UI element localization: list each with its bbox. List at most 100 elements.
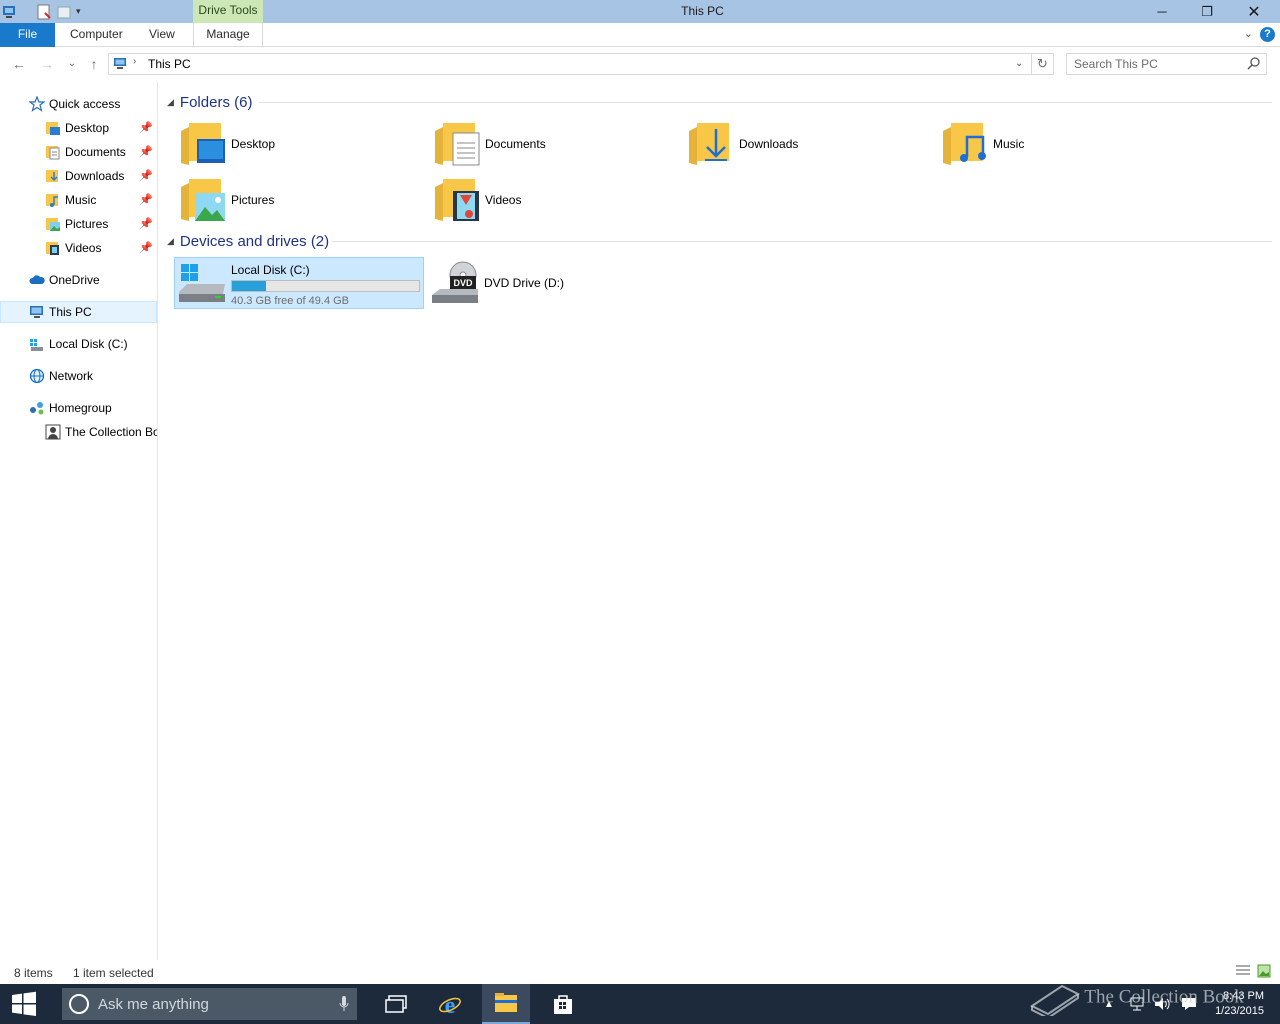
taskbar-store[interactable] bbox=[539, 984, 587, 1024]
network-globe-icon bbox=[29, 368, 45, 384]
search-placeholder: Ask me anything bbox=[98, 995, 209, 1013]
sidebar-label: Videos bbox=[65, 241, 102, 255]
sidebar-item-onedrive[interactable]: OneDrive bbox=[0, 269, 157, 291]
devices-group-header[interactable]: ◢ Devices and drives (2) bbox=[167, 231, 329, 251]
watermark: The Collection Book bbox=[1030, 980, 1244, 1020]
taskbar-file-explorer[interactable] bbox=[482, 984, 530, 1024]
user-avatar-icon bbox=[45, 424, 61, 440]
folder-tile-music[interactable]: Music bbox=[941, 118, 1181, 170]
title-bar: ▾ Drive Tools This PC ─ ❐ ✕ bbox=[0, 0, 1280, 23]
navigation-pane: Quick access Desktop 📌 Documents 📌 Downl… bbox=[0, 82, 158, 960]
breadcrumb-this-pc[interactable]: This PC bbox=[148, 57, 191, 71]
expand-ribbon-icon[interactable]: ⌄ bbox=[1244, 27, 1253, 40]
sidebar-item-network[interactable]: Network bbox=[0, 365, 157, 387]
pin-icon[interactable]: 📌 bbox=[139, 121, 153, 134]
folder-label: Documents bbox=[485, 137, 546, 151]
tab-view[interactable]: View bbox=[141, 23, 183, 47]
microphone-icon[interactable] bbox=[339, 996, 349, 1015]
sidebar-item-local-disk[interactable]: Local Disk (C:) bbox=[0, 333, 157, 355]
sidebar-label: Local Disk (C:) bbox=[49, 337, 128, 351]
address-bar[interactable]: › This PC ⌄ ↻ bbox=[108, 53, 1054, 75]
videos-folder-icon bbox=[45, 240, 61, 256]
downloads-folder-icon bbox=[687, 119, 735, 170]
recent-locations-icon[interactable]: ⌄ bbox=[64, 55, 80, 73]
sidebar-item-desktop[interactable]: Desktop 📌 bbox=[0, 117, 157, 139]
start-button[interactable] bbox=[0, 984, 48, 1024]
breadcrumb-chevron-icon[interactable]: › bbox=[133, 56, 136, 67]
tab-manage[interactable]: Manage bbox=[193, 23, 263, 47]
folder-tile-videos[interactable]: Videos bbox=[433, 174, 673, 226]
sidebar-label: Music bbox=[65, 193, 97, 207]
back-arrow-icon[interactable]: ← bbox=[11, 55, 27, 73]
tab-file[interactable]: File bbox=[0, 23, 55, 47]
dvd-drive-icon: DVD bbox=[430, 259, 480, 310]
sidebar-label: Downloads bbox=[65, 169, 125, 183]
sidebar-item-quick-access[interactable]: Quick access bbox=[0, 93, 157, 115]
sidebar-item-documents[interactable]: Documents 📌 bbox=[0, 141, 157, 163]
collapse-triangle-icon[interactable]: ◢ bbox=[167, 97, 174, 108]
sidebar-item-downloads[interactable]: Downloads 📌 bbox=[0, 165, 157, 187]
details-view-icon[interactable] bbox=[1235, 964, 1251, 981]
music-folder-icon bbox=[45, 192, 61, 208]
maximize-button[interactable]: ❐ bbox=[1184, 0, 1230, 23]
task-view-button[interactable] bbox=[372, 984, 420, 1024]
up-arrow-icon[interactable]: ↑ bbox=[86, 55, 102, 73]
sidebar-item-music[interactable]: Music 📌 bbox=[0, 189, 157, 211]
minimize-button[interactable]: ─ bbox=[1139, 0, 1185, 23]
sidebar-label: OneDrive bbox=[49, 273, 100, 287]
sidebar-item-pictures[interactable]: Pictures 📌 bbox=[0, 213, 157, 235]
store-bag-icon bbox=[554, 995, 572, 1014]
refresh-icon[interactable]: ↻ bbox=[1031, 54, 1053, 74]
folder-label: Desktop bbox=[231, 137, 276, 151]
collapse-triangle-icon[interactable]: ◢ bbox=[167, 236, 174, 247]
folder-tile-desktop[interactable]: Desktop bbox=[179, 118, 419, 170]
sidebar-item-homegroup-user[interactable]: The Collection Bo bbox=[0, 421, 157, 443]
folder-label: Downloads bbox=[739, 137, 799, 151]
sidebar-item-homegroup[interactable]: Homegroup bbox=[0, 397, 157, 419]
onedrive-cloud-icon bbox=[29, 272, 45, 288]
close-button[interactable]: ✕ bbox=[1231, 0, 1277, 23]
ribbon: File Computer View Manage ⌄ ? bbox=[0, 23, 1280, 47]
svg-text:e: e bbox=[445, 993, 456, 1016]
folder-tile-documents[interactable]: Documents bbox=[433, 118, 673, 170]
sidebar-label: This PC bbox=[49, 305, 92, 319]
navigation-bar: ← → ⌄ ↑ › This PC ⌄ ↻ Search This PC bbox=[0, 47, 1280, 82]
search-input[interactable]: Search This PC bbox=[1066, 53, 1267, 75]
group-title: Devices and drives (2) bbox=[179, 232, 330, 250]
sidebar-label: Homegroup bbox=[49, 401, 112, 415]
sidebar-item-videos[interactable]: Videos 📌 bbox=[0, 237, 157, 259]
book-watermark-icon bbox=[1030, 984, 1080, 1020]
folder-tile-pictures[interactable]: Pictures bbox=[179, 174, 419, 226]
sidebar-label: Network bbox=[49, 369, 94, 383]
taskbar-internet-explorer[interactable]: e bbox=[426, 984, 474, 1024]
drive-free-space: 40.3 GB free of 49.4 GB bbox=[231, 295, 350, 307]
drive-label: Local Disk (C:) bbox=[231, 263, 310, 277]
sidebar-item-this-pc[interactable]: This PC bbox=[0, 301, 157, 323]
drive-tile-dvd[interactable]: DVD DVD Drive (D:) bbox=[428, 257, 678, 309]
group-divider bbox=[259, 102, 1272, 103]
cortana-search-box[interactable]: Ask me anything bbox=[62, 988, 357, 1020]
homegroup-icon bbox=[29, 400, 45, 416]
drive-label: DVD Drive (D:) bbox=[484, 276, 564, 290]
folder-tile-downloads[interactable]: Downloads bbox=[687, 118, 927, 170]
content-pane: ◢ Folders (6) Desktop Documents Download… bbox=[159, 82, 1280, 960]
pin-icon[interactable]: 📌 bbox=[139, 217, 153, 230]
pin-icon[interactable]: 📌 bbox=[139, 193, 153, 206]
this-pc-icon bbox=[113, 57, 129, 74]
drive-usage-fill bbox=[232, 281, 266, 291]
group-title: Folders (6) bbox=[179, 93, 253, 111]
pin-icon[interactable]: 📌 bbox=[139, 169, 153, 182]
drive-tile-local-disk[interactable]: Local Disk (C:) 40.3 GB free of 49.4 GB bbox=[174, 257, 424, 309]
task-view-icon bbox=[385, 995, 407, 1013]
large-icons-view-icon[interactable] bbox=[1257, 964, 1271, 981]
tab-computer[interactable]: Computer bbox=[62, 23, 131, 47]
forward-arrow-icon[interactable]: → bbox=[39, 55, 55, 73]
help-icon[interactable]: ? bbox=[1260, 27, 1275, 42]
folders-group-header[interactable]: ◢ Folders (6) bbox=[167, 92, 252, 112]
pin-icon[interactable]: 📌 bbox=[139, 145, 153, 158]
pin-icon[interactable]: 📌 bbox=[139, 241, 153, 254]
address-dropdown-icon[interactable]: ⌄ bbox=[1015, 58, 1023, 69]
sidebar-label: Quick access bbox=[49, 97, 121, 111]
file-explorer-icon bbox=[495, 993, 517, 1012]
cortana-icon bbox=[69, 994, 89, 1014]
